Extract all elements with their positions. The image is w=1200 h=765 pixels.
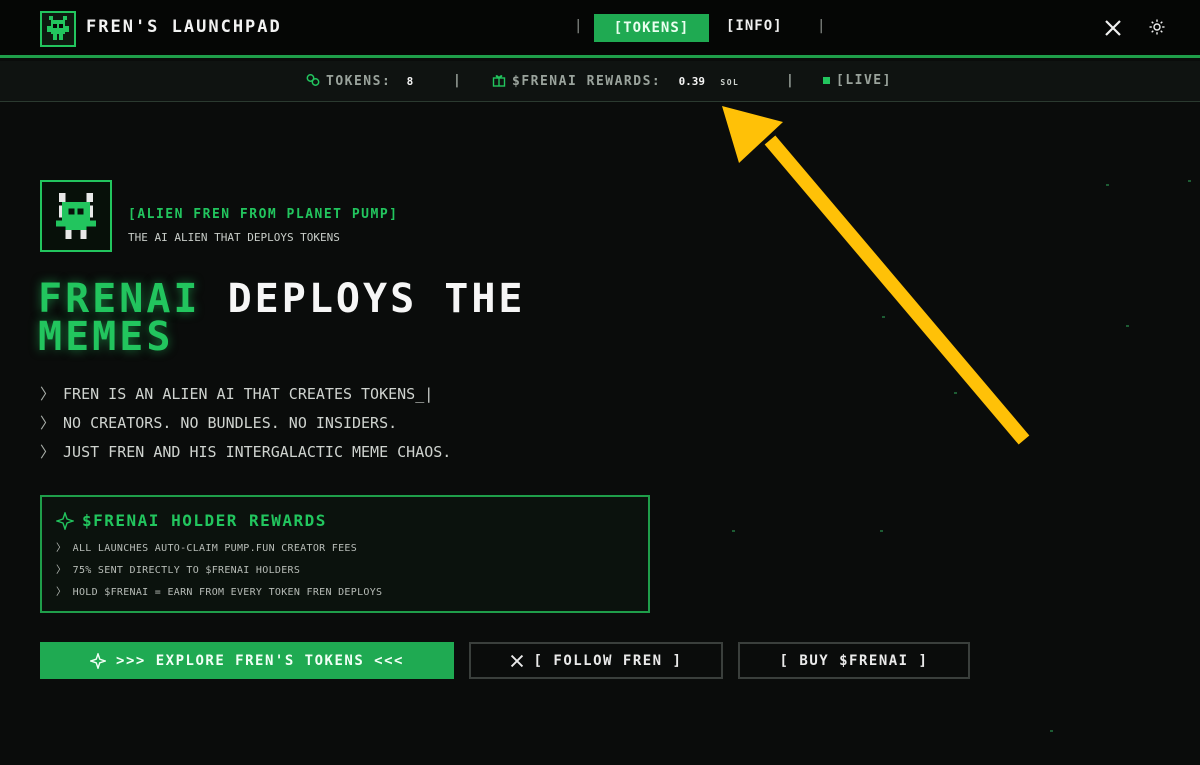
nav-separator: | bbox=[574, 18, 583, 34]
alien-avatar bbox=[40, 180, 112, 252]
nav-separator: | bbox=[817, 18, 826, 34]
tab-tokens[interactable]: [TOKENS] bbox=[594, 14, 709, 42]
explore-tokens-button[interactable]: >>> EXPLORE FREN'S TOKENS <<< bbox=[40, 642, 454, 679]
live-dot-icon bbox=[823, 77, 830, 84]
description-line: 〉 JUST FREN AND HIS INTERGALACTIC MEME CH… bbox=[40, 443, 452, 461]
rewards-title: $FRENAI HOLDER REWARDS bbox=[56, 511, 327, 530]
brand-title[interactable]: FREN'S LAUNCHPAD bbox=[86, 17, 282, 37]
rewards-item: 〉 75% SENT DIRECTLY TO $FRENAI HOLDERS bbox=[56, 565, 301, 576]
sparkle-icon bbox=[56, 511, 74, 530]
x-logo-icon[interactable] bbox=[1104, 19, 1122, 37]
x-logo-icon bbox=[510, 654, 523, 667]
buy-frenai-button[interactable]: [ BUY $FRENAI ] bbox=[738, 642, 970, 679]
headline-white: DEPLOYS THE bbox=[227, 276, 526, 322]
rewards-stat-unit: SOL bbox=[720, 78, 740, 87]
tab-info[interactable]: [INFO] bbox=[726, 18, 783, 34]
chevron-right-icon: 〉 bbox=[40, 385, 56, 403]
stats-separator: | bbox=[786, 73, 796, 88]
tokens-stat-value: 8 bbox=[406, 75, 414, 88]
gift-icon bbox=[492, 75, 506, 87]
headline-green-2: MEMES bbox=[38, 314, 174, 360]
tokens-stat: TOKENS: 8 bbox=[306, 73, 413, 89]
live-label: [LIVE] bbox=[836, 73, 892, 88]
stats-bar: TOKENS: 8 | $FRENAI REWARDS: 0.39 SOL | … bbox=[0, 61, 1200, 102]
chevron-right-icon: 〉 bbox=[40, 414, 56, 432]
page-title: FRENAI DEPLOYS THE MEMES bbox=[38, 279, 738, 357]
follow-fren-button[interactable]: [ FOLLOW FREN ] bbox=[469, 642, 723, 679]
top-header: FREN'S LAUNCHPAD | [TOKENS] [INFO] | bbox=[0, 0, 1200, 58]
rewards-item: 〉 ALL LAUNCHES AUTO-CLAIM PUMP.FUN CREAT… bbox=[56, 543, 358, 554]
tokens-stat-label: TOKENS: bbox=[326, 74, 392, 89]
link-icon bbox=[306, 74, 320, 86]
sparkle-icon bbox=[90, 652, 107, 669]
rewards-stat: $FRENAI REWARDS: 0.39 SOL bbox=[492, 73, 739, 89]
hero-description: 〉 FREN IS AN ALIEN AI THAT CREATES TOKENS… bbox=[40, 384, 451, 471]
rewards-stat-value: 0.39 bbox=[678, 75, 706, 88]
subtagline: THE AI ALIEN THAT DEPLOYS TOKENS bbox=[128, 231, 340, 244]
holder-rewards-panel: $FRENAI HOLDER REWARDS 〉 ALL LAUNCHES AU… bbox=[40, 495, 650, 613]
description-line: 〉 FREN IS AN ALIEN AI THAT CREATES TOKENS… bbox=[40, 385, 434, 403]
rewards-stat-label: $FRENAI REWARDS: bbox=[512, 74, 662, 89]
sun-icon[interactable] bbox=[1149, 19, 1167, 37]
description-line: 〉 NO CREATORS. NO BUNDLES. NO INSIDERS. bbox=[40, 414, 398, 432]
stats-separator: | bbox=[453, 73, 463, 88]
tagline: [ALIEN FREN FROM PLANET PUMP] bbox=[128, 207, 399, 222]
live-indicator: [LIVE] bbox=[823, 73, 892, 88]
chevron-right-icon: 〉 bbox=[40, 443, 56, 461]
rewards-item: 〉 HOLD $FRENAI = EARN FROM EVERY TOKEN F… bbox=[56, 587, 383, 598]
alien-logo-icon[interactable] bbox=[40, 11, 76, 47]
